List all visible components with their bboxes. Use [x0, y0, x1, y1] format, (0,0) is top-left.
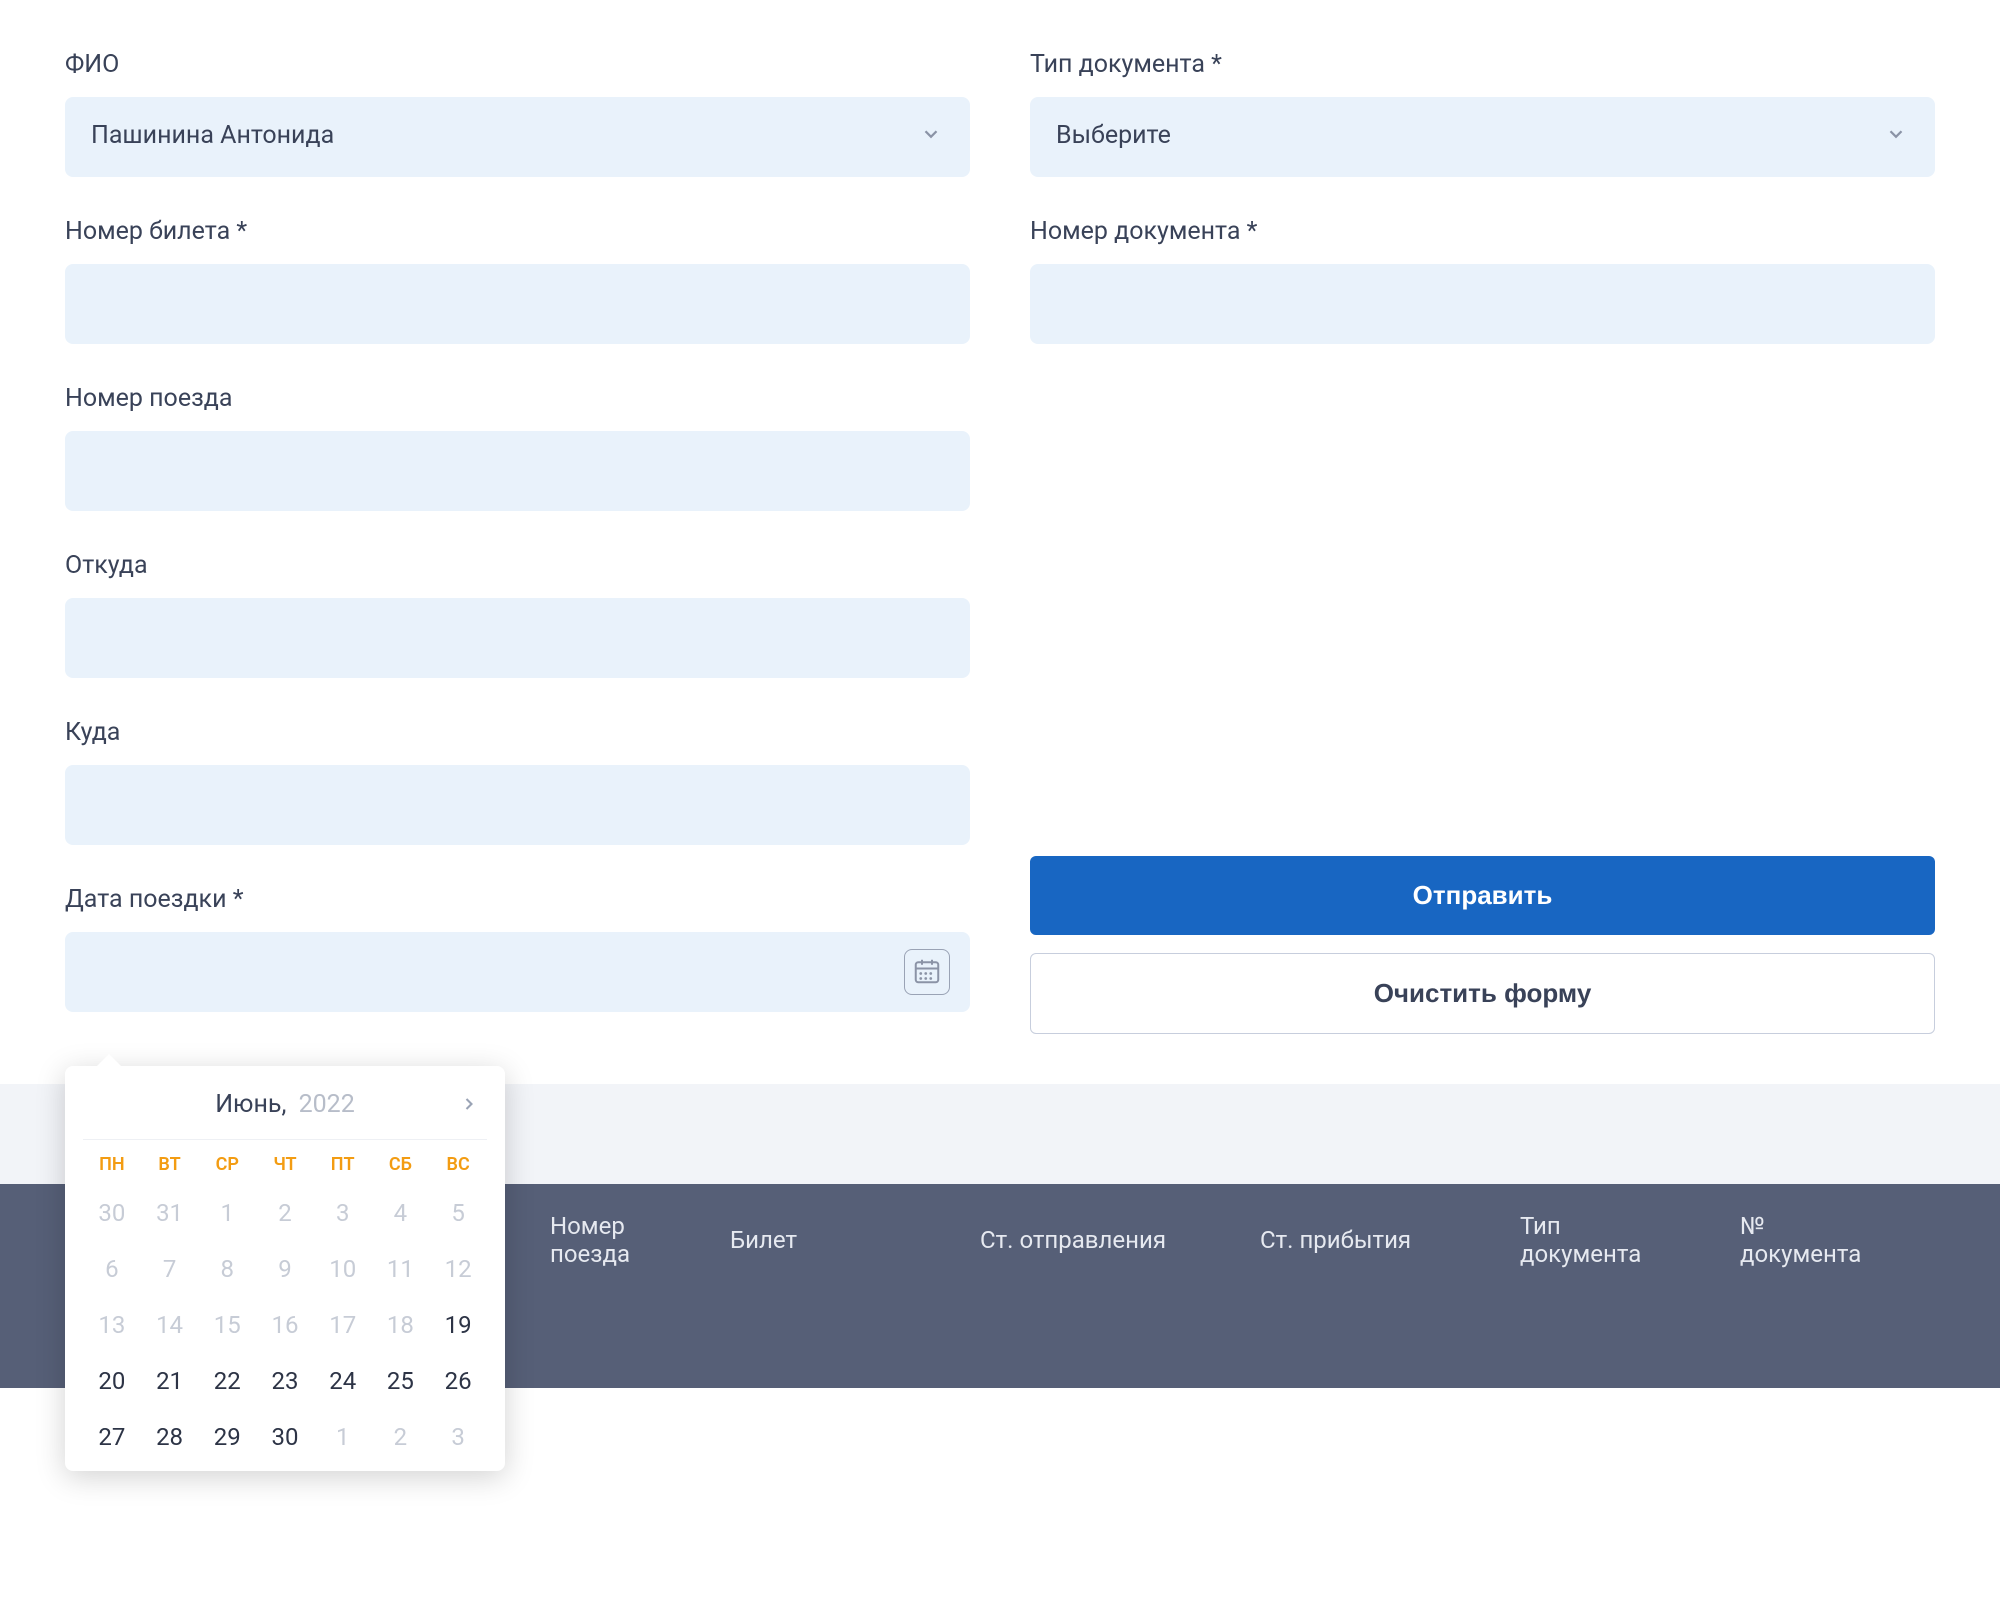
train-number-label: Номер поезда — [65, 384, 970, 413]
calendar-day[interactable]: 18 — [372, 1307, 430, 1343]
calendar-day[interactable]: 26 — [429, 1363, 487, 1399]
calendar-dow: ПН — [83, 1154, 141, 1175]
ticket-number-label: Номер билета * — [65, 217, 970, 246]
train-number-input[interactable] — [65, 431, 970, 511]
calendar-grid: ПНВТСРЧТПТСБВС30311234567891011121314151… — [83, 1154, 487, 1455]
ticket-number-input[interactable] — [65, 264, 970, 344]
calendar-day[interactable]: 8 — [198, 1251, 256, 1287]
calendar-day[interactable]: 28 — [141, 1419, 199, 1455]
chevron-right-icon — [459, 1102, 479, 1117]
calendar-header: Июнь, 2022 — [83, 1090, 487, 1140]
calendar-day[interactable]: 3 — [429, 1419, 487, 1455]
calendar-dow: ПТ — [314, 1154, 372, 1175]
ticket-number-group: Номер билета * — [65, 217, 970, 344]
doc-type-select[interactable]: Выберите — [1030, 97, 1935, 177]
calendar-dow: ВС — [429, 1154, 487, 1175]
calendar-dow: СР — [198, 1154, 256, 1175]
calendar-day[interactable]: 4 — [372, 1195, 430, 1231]
calendar-day[interactable]: 30 — [83, 1195, 141, 1231]
to-group: Куда — [65, 718, 970, 845]
calendar-day[interactable]: 27 — [83, 1419, 141, 1455]
submit-button[interactable]: Отправить — [1030, 856, 1935, 935]
trip-date-wrap — [65, 932, 970, 1012]
calendar-day[interactable]: 1 — [198, 1195, 256, 1231]
train-number-group: Номер поезда — [65, 384, 970, 511]
th-dep-station: Ст. отправления — [950, 1226, 1230, 1254]
calendar-day[interactable]: 24 — [314, 1363, 372, 1399]
calendar-day[interactable]: 5 — [429, 1195, 487, 1231]
calendar-day[interactable]: 17 — [314, 1307, 372, 1343]
passenger-form: ФИО Пашинина Антонида Номер билета * Ном… — [0, 0, 2000, 1052]
calendar-day[interactable]: 11 — [372, 1251, 430, 1287]
clear-button[interactable]: Очистить форму — [1030, 953, 1935, 1034]
calendar-day[interactable]: 13 — [83, 1307, 141, 1343]
calendar-day[interactable]: 31 — [141, 1195, 199, 1231]
trip-date-group: Дата поездки * — [65, 885, 970, 1012]
calendar-day[interactable]: 3 — [314, 1195, 372, 1231]
doc-number-label: Номер документа * — [1030, 217, 1935, 246]
from-group: Откуда — [65, 551, 970, 678]
trip-date-input[interactable] — [65, 932, 970, 1012]
calendar-day[interactable]: 10 — [314, 1251, 372, 1287]
th-train-number-text: Номер поезда — [550, 1212, 670, 1268]
doc-number-input[interactable] — [1030, 264, 1935, 344]
calendar-year: 2022 — [299, 1090, 355, 1119]
calendar-icon — [912, 956, 942, 989]
calendar-day[interactable]: 20 — [83, 1363, 141, 1399]
doc-type-value[interactable]: Выберите — [1030, 97, 1935, 177]
to-label: Куда — [65, 718, 970, 747]
form-left-column: ФИО Пашинина Антонида Номер билета * Ном… — [65, 50, 970, 1052]
th-doc-number-text: № документа — [1740, 1212, 1880, 1268]
calendar-day[interactable]: 14 — [141, 1307, 199, 1343]
calendar-day[interactable]: 30 — [256, 1419, 314, 1455]
doc-type-group: Тип документа * Выберите — [1030, 50, 1935, 177]
calendar-day[interactable]: 1 — [314, 1419, 372, 1455]
calendar-day[interactable]: 25 — [372, 1363, 430, 1399]
th-ticket: Билет — [700, 1226, 950, 1254]
th-doc-type: Тип документа — [1490, 1212, 1710, 1268]
calendar-day[interactable]: 21 — [141, 1363, 199, 1399]
action-buttons: Отправить Очистить форму — [1030, 796, 1935, 1052]
fio-group: ФИО Пашинина Антонида — [65, 50, 970, 177]
form-right-column: Тип документа * Выберите Номер документа… — [1030, 50, 1935, 1052]
calendar-day[interactable]: 12 — [429, 1251, 487, 1287]
calendar-open-button[interactable] — [904, 949, 950, 995]
calendar-day[interactable]: 19 — [429, 1307, 487, 1343]
calendar-day[interactable]: 6 — [83, 1251, 141, 1287]
to-input[interactable] — [65, 765, 970, 845]
calendar-popup: Июнь, 2022 ПНВТСРЧТПТСБВС303112345678910… — [65, 1066, 505, 1471]
calendar-title: Июнь, 2022 — [215, 1090, 355, 1119]
th-doc-type-text: Тип документа — [1520, 1212, 1680, 1268]
calendar-day[interactable]: 16 — [256, 1307, 314, 1343]
trip-date-label: Дата поездки * — [65, 885, 970, 914]
calendar-day[interactable]: 9 — [256, 1251, 314, 1287]
calendar-day[interactable]: 22 — [198, 1363, 256, 1399]
doc-type-label: Тип документа * — [1030, 50, 1935, 79]
calendar-dow: СБ — [372, 1154, 430, 1175]
fio-select[interactable]: Пашинина Антонида — [65, 97, 970, 177]
from-label: Откуда — [65, 551, 970, 580]
th-arr-station: Ст. прибытия — [1230, 1226, 1490, 1254]
calendar-day[interactable]: 7 — [141, 1251, 199, 1287]
calendar-dow: ВТ — [141, 1154, 199, 1175]
calendar-day[interactable]: 15 — [198, 1307, 256, 1343]
calendar-dow: ЧТ — [256, 1154, 314, 1175]
fio-label: ФИО — [65, 50, 970, 79]
calendar-day[interactable]: 2 — [256, 1195, 314, 1231]
calendar-day[interactable]: 29 — [198, 1419, 256, 1455]
calendar-day[interactable]: 2 — [372, 1419, 430, 1455]
calendar-month: Июнь, — [215, 1090, 286, 1119]
calendar-next-button[interactable] — [455, 1090, 483, 1121]
calendar-day[interactable]: 23 — [256, 1363, 314, 1399]
th-train-number: Номер поезда — [520, 1212, 700, 1268]
from-input[interactable] — [65, 598, 970, 678]
doc-number-group: Номер документа * — [1030, 217, 1935, 344]
th-doc-number: № документа — [1710, 1212, 1910, 1268]
fio-value[interactable]: Пашинина Антонида — [65, 97, 970, 177]
